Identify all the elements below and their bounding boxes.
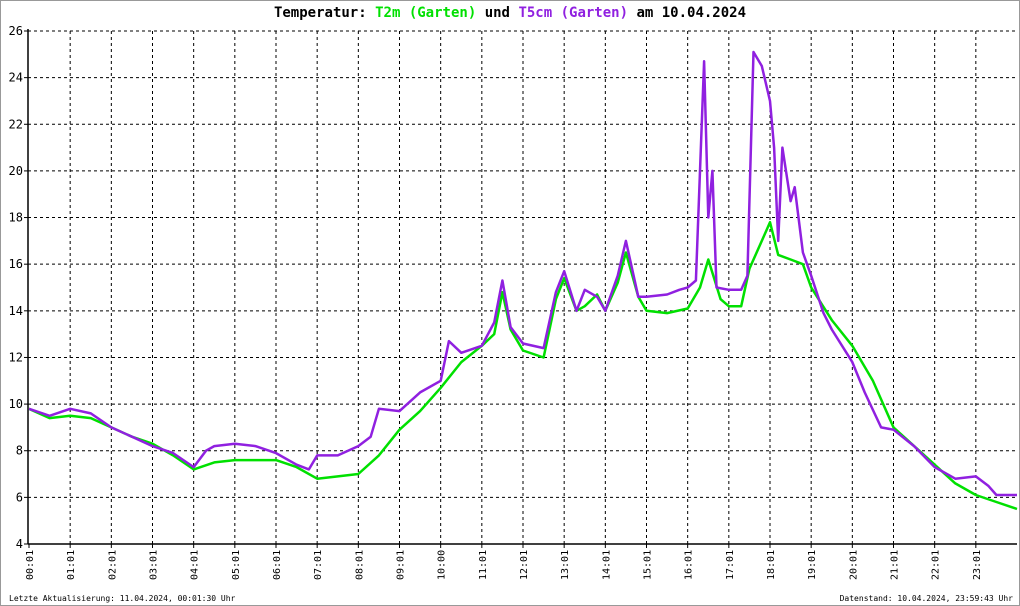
y-tick-label: 20 <box>9 164 23 178</box>
y-tick-label: 8 <box>16 444 23 458</box>
x-tick-label: 02:01 <box>107 550 118 580</box>
x-tick-label: 13:01 <box>560 550 571 580</box>
x-tick-label: 19:01 <box>807 550 818 580</box>
x-tick-label: 18:01 <box>766 550 777 580</box>
x-tick-label: 14:01 <box>601 550 612 580</box>
y-tick-label: 4 <box>16 537 23 551</box>
x-tick-label: 20:01 <box>848 550 859 580</box>
y-tick-label: 12 <box>9 350 23 364</box>
x-tick-label: 01:01 <box>66 550 77 580</box>
y-tick-label: 18 <box>9 211 23 225</box>
x-tick-label: 10:00 <box>437 550 448 580</box>
y-tick-label: 16 <box>9 257 23 271</box>
data-status: Datenstand: 10.04.2024, 23:59:43 Uhr <box>839 594 1013 603</box>
y-tick-label: 14 <box>9 304 23 318</box>
y-tick-label: 24 <box>9 71 23 85</box>
x-tick-label: 11:01 <box>478 550 489 580</box>
x-tick-label: 06:01 <box>272 550 283 580</box>
chart-container: Temperatur: T2m (Garten) und T5cm (Garte… <box>0 0 1020 606</box>
x-tick-label: 03:01 <box>149 550 160 580</box>
x-tick-label: 17:01 <box>725 550 736 580</box>
x-tick-label: 09:01 <box>396 550 407 580</box>
y-tick-label: 22 <box>9 117 23 131</box>
x-tick-label: 07:01 <box>313 550 324 580</box>
x-tick-label: 15:01 <box>643 550 654 580</box>
y-tick-label: 26 <box>9 24 23 38</box>
x-tick-label: 16:01 <box>684 550 695 580</box>
x-tick-label: 12:01 <box>519 550 530 580</box>
x-tick-label: 00:01 <box>25 550 36 580</box>
plot-area: 4 6 8 10 12 14 16 18 20 22 24 26 00:01 01:01 02:01 03:0… <box>9 24 1018 580</box>
x-tick-label: 04:01 <box>190 550 201 580</box>
x-tick-label: 08:01 <box>354 550 365 580</box>
x-tick-label: 05:01 <box>231 550 242 580</box>
y-tick-label: 6 <box>16 490 23 504</box>
y-tick-label: 10 <box>9 397 23 411</box>
last-update: Letzte Aktualisierung: 11.04.2024, 00:01… <box>9 594 236 603</box>
x-tick-label: 21:01 <box>890 550 901 580</box>
x-tick-label: 22:01 <box>931 550 942 580</box>
x-tick-label: 23:01 <box>972 550 983 580</box>
